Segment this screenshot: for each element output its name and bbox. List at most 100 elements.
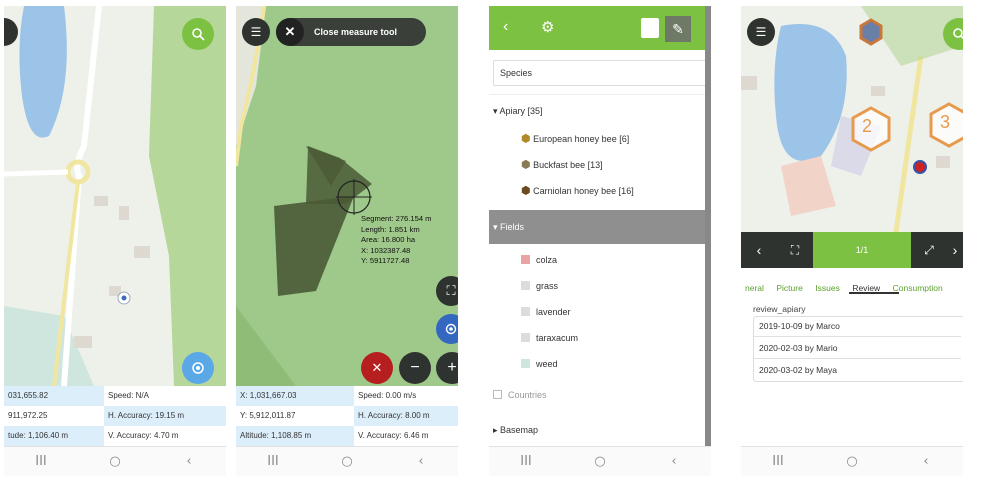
recent-apps-button[interactable]: III: [758, 454, 798, 469]
layer-label: weed: [536, 359, 558, 369]
system-nav-bar: III ○ ‹: [4, 446, 226, 476]
color-swatch: [521, 281, 530, 290]
screen-map-location: 031,655.82 Speed: N/A 911,972.25 H. Accu…: [4, 6, 226, 476]
layer-item[interactable]: weed: [521, 352, 558, 376]
menu-button[interactable]: ☰: [747, 18, 775, 46]
recent-apps-button[interactable]: III: [506, 454, 546, 469]
cancel-measure-button[interactable]: ✕: [361, 352, 393, 384]
checkbox[interactable]: [493, 390, 502, 399]
home-button[interactable]: ○: [95, 454, 135, 469]
hamburger-icon: ☰: [755, 25, 767, 39]
search-icon: [953, 28, 963, 40]
hexagon-icon: ⬢: [521, 133, 531, 145]
zoom-extent-button[interactable]: ⛶: [436, 276, 458, 306]
measure-readout: Segment: 276.154 m Length: 1.851 km Area…: [361, 214, 432, 267]
gps-info-panel: 031,655.82 Speed: N/A 911,972.25 H. Accu…: [4, 386, 226, 446]
back-arrow-icon[interactable]: ‹: [503, 18, 508, 36]
review-row[interactable]: 2019-10-09 by Marco: [753, 316, 961, 337]
menu-button[interactable]: ☰: [242, 18, 270, 46]
v-accuracy-value: V. Accuracy: 4.70 m: [108, 431, 179, 440]
map-view[interactable]: [4, 6, 226, 386]
back-button[interactable]: ‹: [169, 454, 209, 469]
group-basemap[interactable]: ▸ Basemap: [493, 418, 538, 442]
apiary-marker[interactable]: [859, 18, 883, 46]
cluster-count[interactable]: 2: [862, 116, 872, 137]
layer-label: colza: [536, 255, 558, 265]
back-button[interactable]: ‹: [654, 454, 694, 469]
x-coordinate: 031,655.82: [4, 386, 104, 406]
tab-general[interactable]: neral: [745, 283, 764, 293]
expand-icon[interactable]: ⛶: [777, 243, 813, 258]
zoom-out-button[interactable]: −: [399, 352, 431, 384]
species-dropdown[interactable]: Species: [493, 60, 707, 86]
group-fields-header[interactable]: ▾ Fields: [489, 210, 711, 244]
close-icon: ✕: [276, 18, 304, 46]
layer-item[interactable]: colza: [521, 248, 557, 272]
system-nav-bar: III ○ ‹: [236, 446, 458, 476]
speed-value: Speed: 0.00 m/s: [358, 391, 417, 400]
screen-layer-list: ‹ ⚙ ✎ Species ▾ Apiary [35] ⬢ European h…: [489, 6, 711, 476]
feature-tabs: neral Picture Issues Review Consumption: [745, 278, 951, 296]
minus-icon: −: [410, 359, 420, 376]
close-measure-tool-button[interactable]: ✕ Close measure tool: [276, 18, 426, 46]
zoom-to-feature-icon[interactable]: ⤢: [911, 243, 947, 258]
home-button[interactable]: ○: [580, 454, 620, 469]
locate-button[interactable]: [436, 314, 458, 344]
tab-consumption[interactable]: Consumption: [893, 283, 943, 293]
cluster-count[interactable]: 3: [940, 112, 950, 133]
layers-toolbar: ‹ ⚙ ✎: [489, 6, 711, 50]
previous-icon[interactable]: ‹: [741, 242, 777, 258]
recent-apps-button[interactable]: III: [21, 454, 61, 469]
map-view[interactable]: ☰ ✕ Close measure tool Segment: 276.154 …: [236, 6, 458, 386]
h-accuracy-value: H. Accuracy: 8.00 m: [354, 406, 458, 426]
layer-item[interactable]: lavender: [521, 300, 571, 324]
color-swatch: [521, 333, 530, 342]
screen-measure-tool: ☰ ✕ Close measure tool Segment: 276.154 …: [236, 6, 458, 476]
layer-item[interactable]: ⬢ European honey bee [6]: [521, 127, 629, 151]
system-nav-bar: III ○ ‹: [741, 446, 963, 476]
locate-icon: [445, 323, 457, 335]
layer-label: taraxacum: [536, 333, 579, 343]
review-row[interactable]: 2020-03-02 by Maya: [753, 360, 961, 381]
locate-icon: [192, 362, 204, 374]
layer-label: grass: [536, 281, 559, 291]
back-button[interactable]: ‹: [401, 454, 441, 469]
home-button[interactable]: ○: [327, 454, 367, 469]
group-label: Basemap: [500, 425, 539, 435]
close-measure-tool-label: Close measure tool: [314, 27, 398, 37]
layer-label: Buckfast bee [13]: [533, 160, 603, 170]
next-icon[interactable]: ›: [947, 242, 963, 258]
screen-feature-review: 2 3 ☰ ‹ ⛶ 1/1 ⤢ › neral Picture Issues R…: [741, 6, 963, 476]
search-icon: [192, 28, 205, 41]
group-apiary[interactable]: ▾ Apiary [35]: [493, 99, 543, 123]
search-button[interactable]: [182, 18, 214, 50]
hamburger-icon: ☰: [250, 25, 262, 39]
layer-item[interactable]: taraxacum: [521, 326, 578, 350]
map-canvas: [4, 6, 226, 386]
tab-picture[interactable]: Picture: [776, 283, 802, 293]
recent-apps-button[interactable]: III: [253, 454, 293, 469]
y-coordinate: Y: 5,912,011.87: [240, 411, 296, 420]
field-label: review_apiary: [753, 304, 806, 314]
pager-count: 1/1: [813, 232, 911, 268]
total-length: Length: 1.851 km: [361, 224, 420, 234]
segment-length: Segment: 276.154 m: [361, 214, 432, 223]
tab-issues[interactable]: Issues: [815, 283, 840, 293]
gear-icon[interactable]: ⚙: [541, 18, 554, 36]
pencil-icon[interactable]: ✎: [665, 16, 691, 42]
review-row[interactable]: 2020-02-03 by Mario: [753, 338, 961, 359]
layer-label: European honey bee [6]: [533, 134, 630, 144]
layer-item[interactable]: ⬢ Buckfast bee [13]: [521, 153, 603, 177]
x-coordinate: X: 1032387.48: [361, 245, 411, 255]
home-button[interactable]: ○: [832, 454, 872, 469]
back-button[interactable]: ‹: [906, 454, 946, 469]
layer-label: lavender: [536, 307, 571, 317]
map-view[interactable]: 2 3 ☰: [741, 6, 963, 232]
group-label: Fields: [500, 222, 525, 232]
group-countries[interactable]: Countries: [493, 383, 547, 407]
layer-item[interactable]: grass: [521, 274, 558, 298]
h-accuracy-value: H. Accuracy: 19.15 m: [104, 406, 226, 426]
locate-button[interactable]: [182, 352, 214, 384]
layer-item[interactable]: ⬢ Carniolan honey bee [16]: [521, 179, 634, 203]
map-icon[interactable]: [641, 18, 659, 38]
